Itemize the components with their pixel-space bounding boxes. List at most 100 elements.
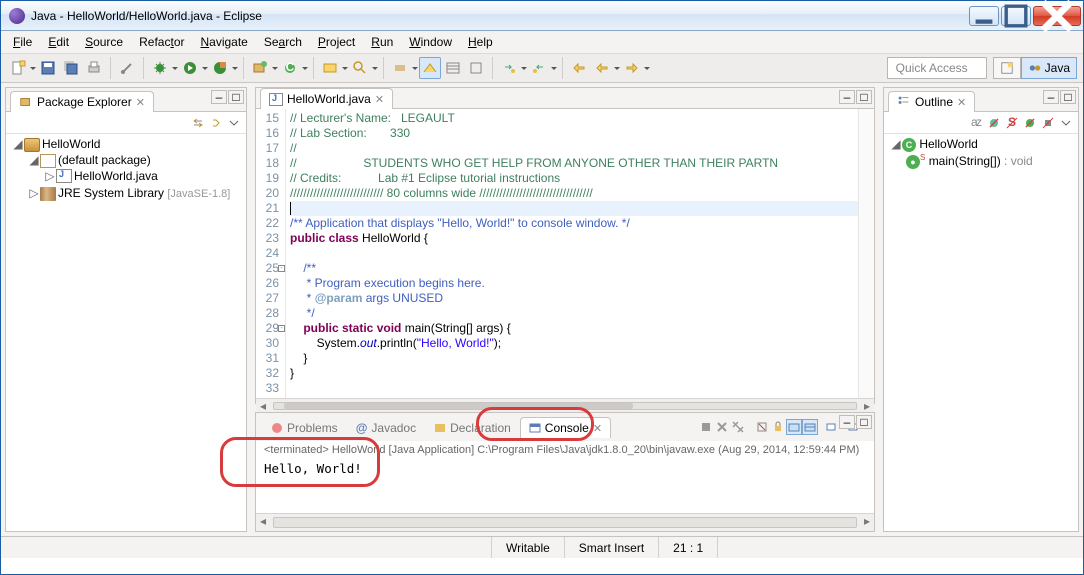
- run-button[interactable]: [179, 57, 201, 79]
- back-dropdown[interactable]: [614, 57, 620, 79]
- new-class-dropdown[interactable]: [302, 57, 308, 79]
- tree-project[interactable]: ◢HelloWorld ◢(default package) ▷HelloWor…: [12, 136, 244, 203]
- collapse-all-button[interactable]: [190, 115, 206, 131]
- close-icon[interactable]: ✕: [375, 93, 384, 106]
- editor-maximize-button[interactable]: □: [856, 90, 872, 104]
- save-button[interactable]: [37, 57, 59, 79]
- close-button[interactable]: [1033, 6, 1081, 26]
- coverage-button[interactable]: [209, 57, 231, 79]
- new-package-button[interactable]: [249, 57, 271, 79]
- menu-project[interactable]: Project: [312, 33, 361, 51]
- toggle-block-button[interactable]: [442, 57, 464, 79]
- remove-all-button[interactable]: [730, 419, 746, 435]
- package-explorer-tree[interactable]: ◢HelloWorld ◢(default package) ▷HelloWor…: [6, 134, 246, 531]
- new-dropdown[interactable]: [30, 57, 36, 79]
- code-area[interactable]: // Lecturer's Name: LEGAULT // Lab Secti…: [286, 109, 858, 398]
- clear-console-button[interactable]: [754, 419, 770, 435]
- save-all-button[interactable]: [60, 57, 82, 79]
- tree-jre-library[interactable]: ▷JRE System Library [JavaSE-1.8]: [28, 185, 244, 202]
- console-output[interactable]: Hello, World!: [256, 459, 874, 513]
- javadoc-tab[interactable]: @Javadoc: [347, 417, 425, 438]
- search-dropdown[interactable]: [372, 57, 378, 79]
- hide-static-button[interactable]: S: [1004, 115, 1020, 131]
- menu-navigate[interactable]: Navigate: [194, 33, 253, 51]
- code-editor[interactable]: 1516171819202122232425-26272829-30313233…: [256, 109, 874, 398]
- open-type-button[interactable]: [319, 57, 341, 79]
- editor-minimize-button[interactable]: ‒: [839, 90, 855, 104]
- open-task-dropdown[interactable]: [412, 57, 418, 79]
- next-annotation-dropdown[interactable]: [521, 57, 527, 79]
- forward-dropdown[interactable]: [644, 57, 650, 79]
- pin-console-button[interactable]: [786, 419, 802, 435]
- terminate-button[interactable]: [698, 419, 714, 435]
- view-maximize-button[interactable]: □: [228, 90, 244, 104]
- horizontal-scrollbar[interactable]: ◂▸: [256, 398, 874, 413]
- editor-tab[interactable]: HelloWorld.java ✕: [260, 88, 393, 109]
- menu-search[interactable]: Search: [258, 33, 308, 51]
- console-tab[interactable]: Console✕: [520, 417, 611, 438]
- outline-maximize-button[interactable]: □: [1060, 90, 1076, 104]
- console-minimize-button[interactable]: ‒: [839, 415, 855, 429]
- sort-button[interactable]: az: [968, 115, 984, 131]
- tree-java-file[interactable]: ▷HelloWorld.java: [44, 168, 244, 185]
- view-menu-button[interactable]: [226, 115, 242, 131]
- next-annotation-button[interactable]: [498, 57, 520, 79]
- line-gutter[interactable]: 1516171819202122232425-26272829-30313233: [256, 109, 286, 398]
- menu-help[interactable]: Help: [462, 33, 499, 51]
- menu-edit[interactable]: Edit: [42, 33, 75, 51]
- hide-local-button[interactable]: [1040, 115, 1056, 131]
- last-edit-button[interactable]: [568, 57, 590, 79]
- outline-minimize-button[interactable]: ‒: [1043, 90, 1059, 104]
- declaration-tab[interactable]: Declaration: [425, 417, 520, 438]
- open-type-dropdown[interactable]: [342, 57, 348, 79]
- open-console-button[interactable]: [824, 419, 840, 435]
- outline-tab[interactable]: Outline ✕: [888, 91, 975, 112]
- problems-tab[interactable]: Problems: [262, 417, 347, 438]
- outline-method[interactable]: ●S main(String[]) : void: [906, 152, 1076, 170]
- package-explorer-tab[interactable]: Package Explorer ✕: [10, 91, 154, 112]
- new-package-dropdown[interactable]: [272, 57, 278, 79]
- quick-access-input[interactable]: Quick Access: [887, 57, 987, 79]
- console-maximize-button[interactable]: □: [856, 415, 872, 429]
- scroll-lock-button[interactable]: [770, 419, 786, 435]
- close-icon[interactable]: ✕: [593, 422, 602, 435]
- menu-file[interactable]: File: [7, 33, 38, 51]
- forward-button[interactable]: [621, 57, 643, 79]
- overview-ruler[interactable]: [858, 109, 874, 398]
- hide-fields-button[interactable]: [986, 115, 1002, 131]
- toggle-mark-button[interactable]: [419, 57, 441, 79]
- show-whitespace-button[interactable]: [465, 57, 487, 79]
- prev-annotation-dropdown[interactable]: [551, 57, 557, 79]
- menu-refactor[interactable]: Refactor: [133, 33, 190, 51]
- close-icon[interactable]: ✕: [957, 96, 966, 109]
- link-editor-button[interactable]: [208, 115, 224, 131]
- close-icon[interactable]: ✕: [136, 96, 145, 109]
- print-button[interactable]: [83, 57, 105, 79]
- display-console-button[interactable]: [802, 419, 818, 435]
- open-task-button[interactable]: [389, 57, 411, 79]
- open-perspective-button[interactable]: [993, 57, 1021, 79]
- menu-source[interactable]: Source: [79, 33, 129, 51]
- prev-annotation-button[interactable]: [528, 57, 550, 79]
- view-minimize-button[interactable]: ‒: [211, 90, 227, 104]
- debug-button[interactable]: [149, 57, 171, 79]
- console-scrollbar[interactable]: ◂▸: [256, 513, 874, 531]
- coverage-dropdown[interactable]: [232, 57, 238, 79]
- run-dropdown[interactable]: [202, 57, 208, 79]
- new-class-button[interactable]: C: [279, 57, 301, 79]
- menu-run[interactable]: Run: [365, 33, 399, 51]
- remove-launch-button[interactable]: [714, 419, 730, 435]
- tree-default-package[interactable]: ◢(default package) ▷HelloWorld.java: [28, 152, 244, 186]
- outline-menu-button[interactable]: [1058, 115, 1074, 131]
- new-button[interactable]: [7, 57, 29, 79]
- minimize-button[interactable]: [969, 6, 999, 26]
- maximize-button[interactable]: [1001, 6, 1031, 26]
- java-perspective-button[interactable]: Java: [1021, 57, 1077, 79]
- build-button[interactable]: [116, 57, 138, 79]
- search-button[interactable]: [349, 57, 371, 79]
- debug-dropdown[interactable]: [172, 57, 178, 79]
- outline-tree[interactable]: ◢C HelloWorld ●S main(String[]) : void: [884, 134, 1078, 531]
- menu-window[interactable]: Window: [403, 33, 458, 51]
- back-button[interactable]: [591, 57, 613, 79]
- outline-class[interactable]: ◢C HelloWorld ●S main(String[]) : void: [890, 136, 1076, 171]
